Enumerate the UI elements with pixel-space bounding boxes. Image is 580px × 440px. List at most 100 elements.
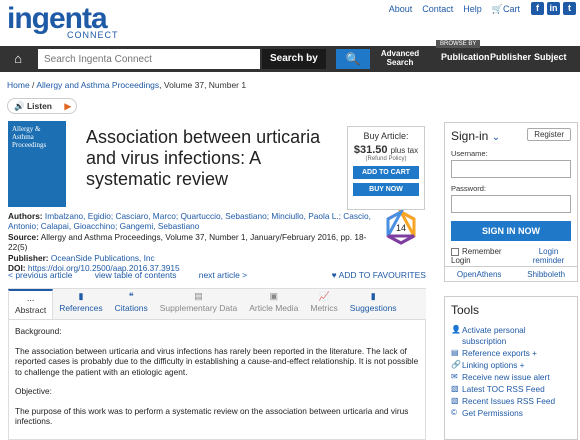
article-tabs: ... Abstract ▮ References ❝ Citations ▤ Supp…: [8, 288, 426, 320]
remember-login-checkbox[interactable]: Remember Login: [451, 247, 506, 265]
top-links: About Contact Help 🛒Cart: [389, 4, 520, 15]
chevron-down-icon: ▼: [270, 76, 277, 83]
password-label: Password:: [451, 184, 487, 193]
social-icons: f in t: [531, 2, 576, 15]
article-meta: Authors: Imbalzano, Egidio; Casciaro, Ma…: [8, 211, 371, 274]
search-icon: 🔍: [345, 52, 361, 66]
previous-article-link[interactable]: < previous article: [8, 270, 73, 280]
tab-article-media[interactable]: ▣ Article Media: [243, 289, 304, 319]
rss-icon: ▧: [451, 395, 459, 405]
search-by-dropdown[interactable]: Search by ▼: [262, 49, 326, 83]
home-icon[interactable]: ⌂: [5, 46, 31, 72]
tools-item-recent-issues-rss[interactable]: ▧ Recent Issues RSS Feed: [451, 396, 571, 407]
tools-item-activate-subscription[interactable]: 👤 Activate personal subscription: [451, 325, 571, 346]
abstract-paragraph: The purpose of this work was to perform …: [15, 405, 409, 427]
quote-icon: ❝: [128, 291, 134, 301]
document-icon: ▤: [451, 347, 459, 357]
breadcrumb: Home / Allergy and Asthma Proceedings, V…: [7, 80, 247, 90]
tab-citations[interactable]: ❝ Citations: [109, 289, 154, 319]
about-link[interactable]: About: [389, 4, 413, 15]
bookmark-icon: ▮: [78, 291, 84, 301]
authors-list[interactable]: Imbalzano, Egidio; Casciaro, Marco; Quar…: [8, 211, 371, 231]
username-label: Username:: [451, 149, 488, 158]
buy-now-button[interactable]: BUY NOW: [353, 183, 419, 196]
tab-metrics[interactable]: 📈 Metrics: [304, 289, 343, 319]
buy-article-box: Buy Article: $31.50 plus tax (Refund Pol…: [347, 126, 425, 210]
checkbox-icon: [451, 247, 459, 256]
speaker-icon: 🔊: [14, 101, 25, 111]
dimensions-badge[interactable]: 14: [386, 208, 416, 246]
tab-suggestions[interactable]: ▮ Suggestions: [344, 289, 403, 319]
chart-icon: 📈: [318, 291, 330, 301]
badge-count: 14: [396, 223, 406, 233]
tab-supplementary-data[interactable]: ▤ Supplementary Data: [154, 289, 244, 319]
chevron-down-icon[interactable]: ⌄: [492, 132, 500, 143]
facebook-icon[interactable]: f: [531, 2, 544, 15]
signin-panel: Sign-in ⌄ Register Username: Password: S…: [444, 122, 578, 282]
breadcrumb-issue: , Volume 37, Number 1: [159, 80, 247, 90]
browse-subject[interactable]: Subject: [534, 52, 567, 62]
advanced-search-link[interactable]: Advanced Search: [372, 49, 428, 69]
browse-publication[interactable]: Publication: [441, 52, 490, 62]
refund-policy-link[interactable]: (Refund Policy): [348, 156, 424, 162]
add-to-cart-button[interactable]: ADD TO CART: [353, 166, 419, 179]
sign-in-button[interactable]: SIGN IN NOW: [451, 221, 571, 241]
play-icon: ▶: [64, 101, 71, 111]
journal-cover[interactable]: Allergy & Asthma Proceedings: [8, 121, 66, 207]
heart-icon: ♥: [331, 270, 337, 280]
table-of-contents-link[interactable]: view table of contents: [95, 270, 177, 280]
username-field[interactable]: [451, 160, 571, 178]
price: $31.50 plus tax: [353, 144, 419, 156]
article-navigation: < previous article view table of content…: [8, 270, 426, 280]
add-to-favourites-link[interactable]: ♥ ADD TO FAVOURITES: [332, 270, 426, 280]
alert-icon: ✉: [451, 371, 458, 381]
abstract-paragraph: The association between urticaria and vi…: [15, 345, 419, 377]
ellipsis-icon: ...: [26, 293, 35, 303]
abstract-heading-background: Background:: [15, 326, 62, 336]
tab-abstract[interactable]: ... Abstract: [8, 289, 54, 319]
article-title: Association between urticaria and virus …: [86, 127, 321, 189]
twitter-icon[interactable]: t: [563, 2, 576, 15]
linkedin-icon[interactable]: in: [547, 2, 560, 15]
search-input[interactable]: [38, 49, 260, 69]
cart-icon: 🛒: [491, 4, 503, 14]
signin-title: Sign-in: [451, 129, 489, 143]
tools-item-reference-exports[interactable]: ▤ Reference exports +: [451, 348, 571, 359]
link-icon: 🔗: [451, 359, 461, 369]
help-link[interactable]: Help: [463, 4, 482, 15]
image-icon: ▣: [269, 291, 279, 301]
ingenta-logo[interactable]: ingenta CONNECT: [7, 4, 119, 41]
cart-link[interactable]: 🛒Cart: [492, 4, 520, 15]
source: Allergy and Asthma Proceedings, Volume 3…: [8, 231, 367, 253]
abstract-panel: Background: The association between urti…: [8, 320, 426, 440]
copyright-icon: ©: [451, 407, 457, 417]
rss-icon: ▧: [451, 383, 459, 393]
document-icon: ▤: [194, 291, 203, 301]
buy-label: Buy Article:: [363, 131, 409, 141]
bookmark-icon: ▮: [370, 291, 376, 301]
tools-title: Tools: [451, 303, 480, 317]
tools-item-latest-toc-rss[interactable]: ▧ Latest TOC RSS Feed: [451, 384, 571, 395]
tools-item-new-issue-alert[interactable]: ✉ Receive new issue alert: [451, 372, 571, 383]
contact-link[interactable]: Contact: [422, 4, 453, 15]
logo-sub-text: CONNECT: [67, 30, 119, 40]
search-button[interactable]: 🔍: [336, 49, 370, 69]
abstract-heading-objective: Objective:: [15, 386, 52, 396]
tools-item-linking-options[interactable]: 🔗 Linking options +: [451, 360, 571, 371]
password-field[interactable]: [451, 195, 571, 213]
institutional-login: OpenAthens Shibboleth: [444, 266, 578, 282]
cover-title: Allergy & Asthma Proceedings: [12, 125, 47, 149]
register-button[interactable]: Register: [527, 128, 571, 141]
shibboleth-link[interactable]: Shibboleth: [527, 270, 565, 282]
breadcrumb-home[interactable]: Home: [7, 80, 30, 90]
tab-references[interactable]: ▮ References: [53, 289, 108, 319]
openathens-link[interactable]: OpenAthens: [457, 270, 501, 282]
browse-publisher[interactable]: Publisher: [490, 52, 531, 62]
next-article-link[interactable]: next article >: [199, 270, 247, 280]
login-reminder-link[interactable]: Login reminder: [526, 247, 571, 265]
browse-by-label: BROWSE BY: [436, 40, 481, 48]
tools-item-get-permissions[interactable]: © Get Permissions: [451, 408, 571, 419]
publisher-link[interactable]: OceanSide Publications, Inc: [51, 253, 155, 263]
breadcrumb-journal[interactable]: Allergy and Asthma Proceedings: [36, 80, 159, 90]
listen-button[interactable]: 🔊 Listen ▶: [7, 98, 77, 114]
